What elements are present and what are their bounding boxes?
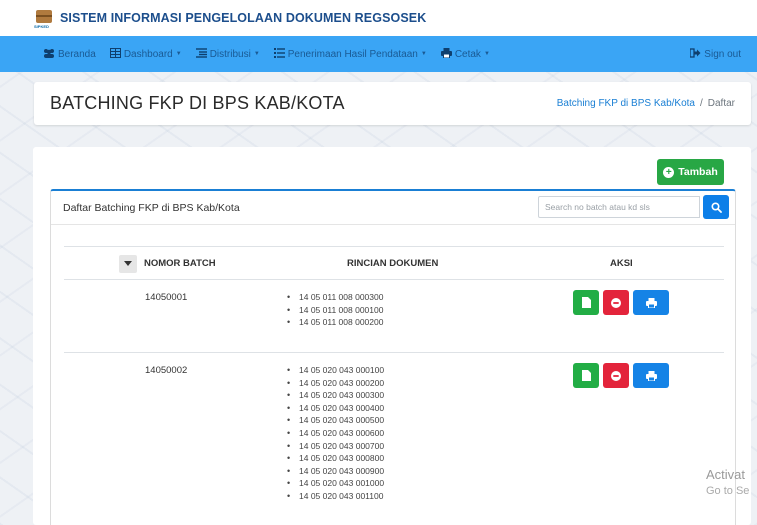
document-item: 14 05 020 043 000700 — [287, 440, 384, 453]
nav-cetak[interactable]: Cetak ▼ — [440, 47, 490, 61]
print-icon — [645, 370, 657, 381]
document-item: 14 05 020 043 000200 — [287, 377, 384, 390]
batch-table: NOMOR BATCH RINCIAN DOKUMEN AKSI 1405000… — [64, 246, 724, 525]
document-item: 14 05 020 043 000900 — [287, 465, 384, 478]
file-icon — [581, 297, 591, 308]
signout-icon — [689, 47, 701, 61]
caret-down-icon — [124, 261, 132, 266]
document-item: 14 05 020 043 001000 — [287, 477, 384, 490]
column-header-docs: RINCIAN DOKUMEN — [347, 258, 439, 269]
search-icon — [710, 201, 722, 213]
sort-toggle-button[interactable] — [119, 255, 137, 273]
breadcrumb-separator: / — [699, 98, 703, 109]
nav-dashboard[interactable]: Dashboard ▼ — [109, 47, 182, 61]
breadcrumb: Batching FKP di BPS Kab/Kota / Daftar — [557, 98, 735, 109]
document-item: 14 05 011 008 000300 — [287, 291, 383, 304]
document-item: 14 05 020 043 000300 — [287, 389, 384, 402]
groups-icon — [43, 48, 55, 61]
document-item: 14 05 011 008 000100 — [287, 304, 383, 317]
print-icon — [440, 47, 452, 61]
table-header-row: NOMOR BATCH RINCIAN DOKUMEN AKSI — [64, 246, 724, 280]
breadcrumb-link[interactable]: Batching FKP di BPS Kab/Kota — [557, 98, 695, 109]
document-item: 14 05 011 008 000200 — [287, 316, 383, 329]
app-title: SISTEM INFORMASI PENGELOLAAN DOKUMEN REG… — [60, 11, 427, 25]
print-button[interactable] — [633, 363, 669, 388]
watermark-line1: Activat — [706, 467, 746, 482]
batch-number: 14050002 — [145, 365, 188, 376]
app-header: SIPKED SISTEM INFORMASI PENGELOLAAN DOKU… — [0, 0, 757, 36]
caret-down-icon: ▼ — [420, 51, 427, 57]
view-button[interactable] — [573, 363, 599, 388]
search-button[interactable] — [703, 195, 729, 219]
caret-down-icon: ▼ — [175, 51, 182, 57]
search-group — [538, 195, 729, 219]
document-item: 14 05 020 043 000800 — [287, 452, 384, 465]
page-header: BATCHING FKP DI BPS KAB/KOTA Batching FK… — [34, 82, 751, 125]
nav-penerimaan[interactable]: Penerimaan Hasil Pendataan ▼ — [273, 47, 427, 61]
delete-button[interactable] — [603, 290, 629, 315]
activation-watermark: Activat Go to Se — [706, 466, 749, 500]
document-item: 14 05 020 043 001100 — [287, 490, 384, 503]
minus-circle-icon — [611, 370, 621, 381]
document-item: 14 05 020 043 000100 — [287, 364, 384, 377]
search-input[interactable] — [538, 196, 700, 218]
nav-beranda[interactable]: Beranda — [43, 48, 96, 61]
document-list: 14 05 020 043 000100 14 05 020 043 00020… — [287, 364, 384, 503]
column-header-actions: AKSI — [610, 258, 633, 269]
nav-distribusi[interactable]: Distribusi ▼ — [195, 47, 260, 61]
view-button[interactable] — [573, 290, 599, 315]
add-button[interactable]: + Tambah — [657, 159, 724, 185]
row-actions — [573, 290, 673, 315]
table-icon — [109, 47, 121, 61]
document-item: 14 05 020 043 000500 — [287, 414, 384, 427]
nav-penerimaan-label: Penerimaan Hasil Pendataan — [287, 48, 418, 60]
nav-cetak-label: Cetak — [454, 48, 481, 60]
list-header: Daftar Batching FKP di BPS Kab/Kota — [51, 191, 735, 225]
delete-button[interactable] — [603, 363, 629, 388]
document-item: 14 05 020 043 000400 — [287, 402, 384, 415]
nav-distribusi-label: Distribusi — [209, 48, 251, 60]
table-row: 14050002 14 05 020 043 000100 14 05 020 … — [64, 353, 724, 525]
main-navbar: Beranda Dashboard ▼ Distribusi ▼ Penerim… — [0, 36, 757, 72]
list-title: Daftar Batching FKP di BPS Kab/Kota — [63, 201, 240, 214]
signout-label: Sign out — [704, 48, 741, 60]
nav-beranda-label: Beranda — [58, 48, 96, 60]
page-title: BATCHING FKP DI BPS KAB/KOTA — [50, 93, 345, 113]
list-icon — [195, 47, 207, 61]
document-item: 14 05 020 043 000600 — [287, 427, 384, 440]
batch-number: 14050001 — [145, 292, 188, 303]
list-icon — [273, 47, 285, 61]
nav-dashboard-label: Dashboard — [123, 48, 173, 60]
file-icon — [581, 370, 591, 381]
print-button[interactable] — [633, 290, 669, 315]
row-actions — [573, 363, 673, 388]
document-list: 14 05 011 008 000300 14 05 011 008 00010… — [287, 291, 383, 329]
column-header-batch[interactable]: NOMOR BATCH — [144, 247, 216, 281]
caret-down-icon: ▼ — [253, 51, 260, 57]
batch-list-card: Daftar Batching FKP di BPS Kab/Kota NOMO… — [50, 189, 736, 525]
watermark-line2: Go to Se — [706, 485, 750, 497]
signout-link[interactable]: Sign out — [689, 47, 741, 61]
add-button-label: Tambah — [678, 166, 718, 178]
content-card: + Tambah Daftar Batching FKP di BPS Kab/… — [33, 147, 751, 525]
app-logo: SIPKED — [34, 7, 54, 29]
caret-down-icon: ▼ — [483, 51, 490, 57]
print-icon — [645, 297, 657, 308]
minus-circle-icon — [611, 297, 621, 308]
table-row: 14050001 14 05 011 008 000300 14 05 011 … — [64, 280, 724, 353]
plus-circle-icon: + — [663, 166, 675, 178]
breadcrumb-current: Daftar — [707, 98, 735, 109]
